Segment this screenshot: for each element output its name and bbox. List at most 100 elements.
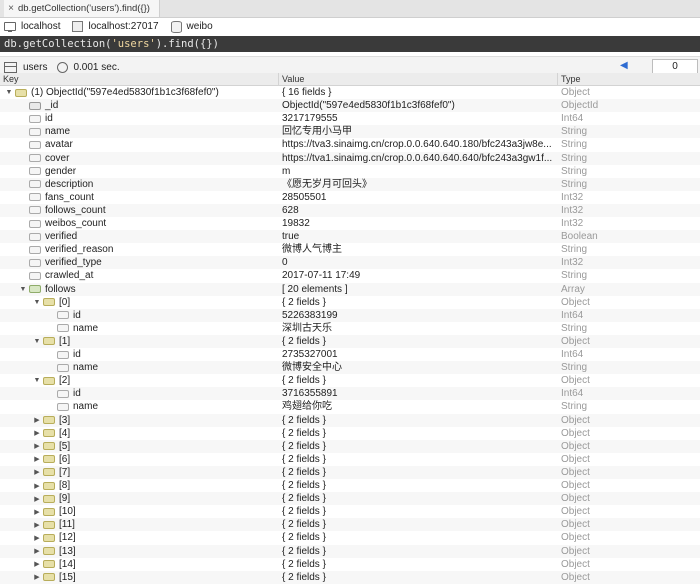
table-row[interactable]: ▼ follows [ 20 elements ] Array	[0, 282, 700, 296]
table-row[interactable]: id 5226383199 Int64	[0, 308, 700, 322]
expand-right-icon[interactable]: ▶	[33, 560, 41, 568]
table-row[interactable]: id 2735327001 Int64	[0, 348, 700, 361]
row-type: Boolean	[561, 231, 598, 243]
column-divider[interactable]	[278, 73, 279, 85]
expand-right-icon[interactable]: ▶	[33, 455, 41, 463]
query-editor[interactable]: db.getCollection('users').find({})	[0, 36, 700, 52]
row-key: ▼ [0]	[33, 296, 71, 309]
row-value: { 2 fields }	[282, 532, 326, 544]
row-key: name	[47, 400, 98, 413]
table-row[interactable]: gender m String	[0, 165, 700, 178]
expand-down-icon[interactable]: ▼	[33, 299, 41, 306]
field-icon	[29, 167, 41, 176]
table-row[interactable]: ▶ [12] { 2 fields } Object	[0, 531, 700, 544]
row-type: Object	[561, 466, 590, 478]
row-type: Object	[561, 427, 590, 439]
table-row[interactable]: id 3716355891 Int64	[0, 387, 700, 401]
connection-database[interactable]: weibo	[170, 20, 213, 33]
table-row[interactable]: ▼ [0] { 2 fields } Object	[0, 296, 700, 309]
table-row[interactable]: avatar https://tva3.sinaimg.cn/crop.0.0.6…	[0, 138, 700, 151]
row-key: weibos_count	[19, 217, 106, 230]
table-row[interactable]: verified true Boolean	[0, 230, 700, 244]
object-icon	[43, 337, 55, 346]
row-key: ▶ [15]	[33, 571, 75, 584]
expand-down-icon[interactable]: ▼	[5, 89, 13, 96]
column-divider[interactable]	[557, 73, 558, 85]
row-value: 深圳古天乐	[282, 322, 332, 334]
table-row[interactable]: ▼ (1) ObjectId("597e4ed5830f1b1c3f68fef0"…	[0, 86, 700, 99]
row-type: Object	[561, 296, 590, 308]
table-row[interactable]: id 3217179555 Int64	[0, 112, 700, 125]
table-row[interactable]: follows_count 628 Int32	[0, 203, 700, 217]
connection-host[interactable]: localhost	[4, 21, 60, 32]
column-key[interactable]: Key	[3, 73, 19, 85]
table-row[interactable]: ▶ [9] { 2 fields } Object	[0, 492, 700, 506]
table-row[interactable]: ▶ [7] { 2 fields } Object	[0, 465, 700, 479]
expand-down-icon[interactable]: ▼	[19, 286, 27, 293]
table-row[interactable]: ▶ [15] { 2 fields } Object	[0, 570, 700, 584]
field-icon	[57, 350, 69, 359]
table-row[interactable]: ▶ [13] { 2 fields } Object	[0, 544, 700, 558]
object-icon	[43, 494, 55, 503]
field-icon	[29, 193, 41, 202]
row-key: ▶ [3]	[33, 414, 70, 427]
table-row[interactable]: cover https://tva1.sinaimg.cn/crop.0.0.64…	[0, 151, 700, 165]
table-row[interactable]: fans_count 28505501 Int32	[0, 191, 700, 204]
table-row[interactable]: weibos_count 19832 Int32	[0, 217, 700, 230]
object-icon	[43, 298, 55, 307]
expand-right-icon[interactable]: ▶	[33, 416, 41, 424]
table-row[interactable]: name 回忆专用小马甲 String	[0, 125, 700, 139]
table-row[interactable]: ▶ [11] { 2 fields } Object	[0, 518, 700, 532]
table-row[interactable]: _id ObjectId("597e4ed5830f1b1c3f68fef0") O…	[0, 99, 700, 113]
row-key-label: name	[45, 126, 71, 138]
row-value: { 2 fields }	[282, 427, 326, 439]
column-value[interactable]: Value	[282, 73, 304, 85]
expand-right-icon[interactable]: ▶	[33, 482, 41, 490]
field-icon	[29, 180, 41, 189]
query-tab[interactable]: × db.getCollection('users').find({})	[4, 0, 160, 17]
row-key: crawled_at	[19, 269, 93, 282]
table-row[interactable]: crawled_at 2017-07-11 17:49 String	[0, 269, 700, 282]
table-row[interactable]: name 微博安全中心 String	[0, 361, 700, 375]
table-row[interactable]: verified_type 0 Int32	[0, 256, 700, 270]
row-type: String	[561, 126, 588, 138]
expand-right-icon[interactable]: ▶	[33, 573, 41, 581]
table-row[interactable]: ▼ [1] { 2 fields } Object	[0, 334, 700, 348]
expand-right-icon[interactable]: ▶	[33, 534, 41, 542]
row-key: fans_count	[19, 191, 94, 204]
close-icon[interactable]: ×	[4, 3, 18, 14]
row-key: ▶ [9]	[33, 492, 70, 505]
expand-down-icon[interactable]: ▼	[33, 377, 41, 384]
table-row[interactable]: ▶ [3] { 2 fields } Object	[0, 413, 700, 427]
connection-server[interactable]: localhost:27017	[72, 21, 159, 32]
table-row[interactable]: description 《愿无岁月可回头》 String	[0, 177, 700, 191]
table-row[interactable]: name 鸡翅给你吃 String	[0, 400, 700, 413]
expand-right-icon[interactable]: ▶	[33, 547, 41, 555]
table-row[interactable]: verified_reason 微博人气博主 String	[0, 243, 700, 256]
row-key: ▶ [12]	[33, 531, 75, 544]
row-key-label: [9]	[59, 493, 71, 505]
expand-right-icon[interactable]: ▶	[33, 495, 41, 503]
expand-right-icon[interactable]: ▶	[33, 521, 41, 529]
expand-right-icon[interactable]: ▶	[33, 508, 41, 516]
expand-right-icon[interactable]: ▶	[33, 429, 41, 437]
row-key-label: [10]	[59, 506, 76, 518]
column-type[interactable]: Type	[561, 73, 581, 85]
table-row[interactable]: ▶ [8] { 2 fields } Object	[0, 479, 700, 492]
table-row[interactable]: ▼ [2] { 2 fields } Object	[0, 374, 700, 387]
field-icon	[57, 389, 69, 398]
field-icon	[29, 114, 41, 123]
table-row[interactable]: ▶ [6] { 2 fields } Object	[0, 453, 700, 466]
expand-down-icon[interactable]: ▼	[33, 338, 41, 345]
row-key-label: id	[73, 388, 81, 400]
page-prev-button[interactable]: ◀	[620, 60, 628, 71]
row-key-label: [8]	[59, 480, 71, 491]
expand-right-icon[interactable]: ▶	[33, 468, 41, 476]
table-row[interactable]: ▶ [5] { 2 fields } Object	[0, 439, 700, 453]
expand-right-icon[interactable]: ▶	[33, 442, 41, 450]
table-row[interactable]: ▶ [14] { 2 fields } Object	[0, 558, 700, 571]
table-row[interactable]: ▶ [4] { 2 fields } Object	[0, 427, 700, 440]
object-icon	[43, 547, 55, 555]
table-row[interactable]: ▶ [10] { 2 fields } Object	[0, 505, 700, 518]
table-row[interactable]: name 深圳古天乐 String	[0, 322, 700, 335]
